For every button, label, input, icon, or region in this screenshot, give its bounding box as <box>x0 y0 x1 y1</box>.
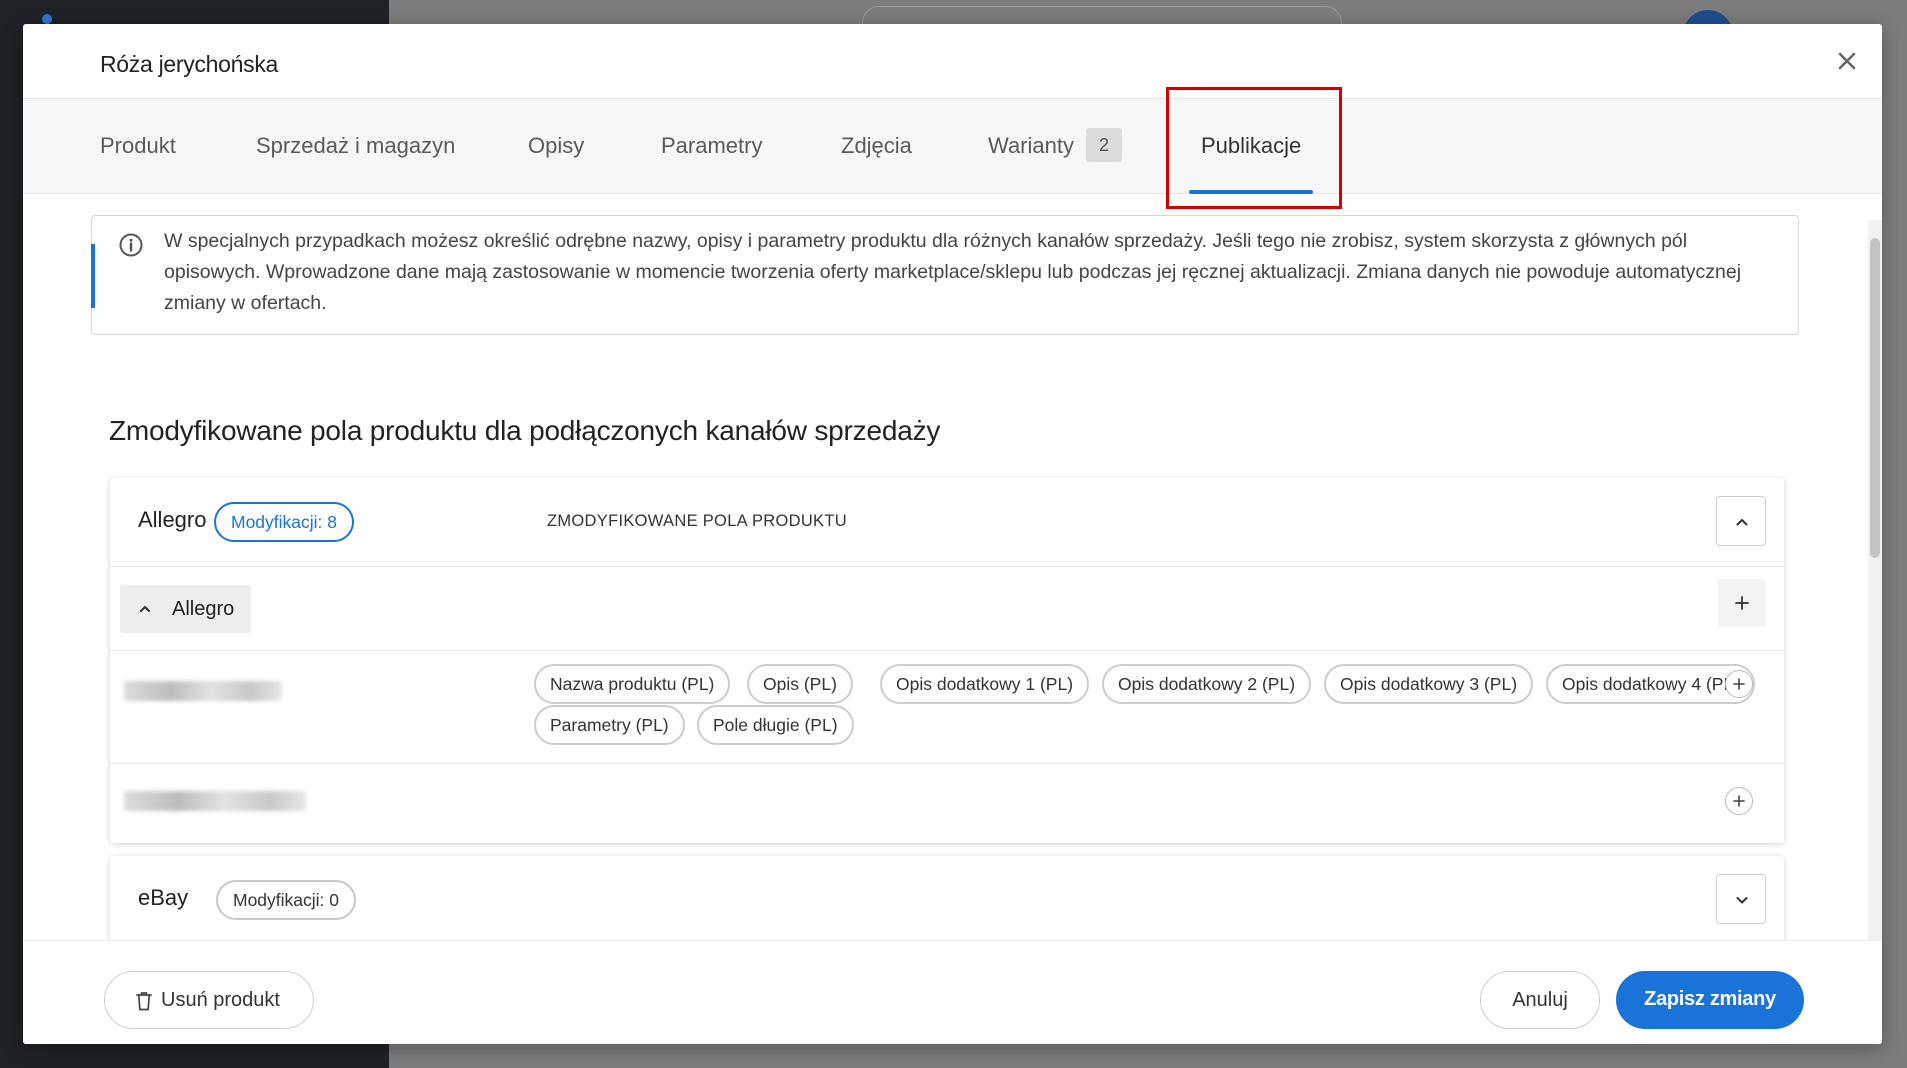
tab-produkt[interactable]: Produkt <box>100 99 176 194</box>
field-chip[interactable]: Opis dodatkowy 4 (PL) <box>1546 664 1756 704</box>
plus-icon <box>1735 596 1749 610</box>
channel-name: Allegro <box>138 507 207 532</box>
scrollbar-thumb[interactable] <box>1870 238 1880 558</box>
plus-icon <box>1733 795 1745 807</box>
field-chip[interactable]: Opis (PL) <box>747 664 853 704</box>
chevron-up-icon <box>1736 519 1748 526</box>
section-title: Zmodyfikowane pola produktu dla podłączo… <box>109 415 941 446</box>
add-field-button[interactable] <box>1725 670 1753 698</box>
active-tab-indicator <box>1189 190 1314 194</box>
add-sub-account-button[interactable] <box>1718 579 1766 627</box>
modal-header: Róża jerychońska <box>23 24 1882 99</box>
channel-name: eBay <box>138 885 189 910</box>
modal-footer: Usuń produkt Anuluj Zapisz zmiany <box>23 940 1882 1044</box>
close-icon <box>1838 52 1856 70</box>
blurred-account-label <box>124 681 282 701</box>
account-fields-row: Nazwa produktu (PL) Opis (PL) Opis dodat… <box>110 651 1784 764</box>
field-chip[interactable]: Opis dodatkowy 3 (PL) <box>1324 664 1534 704</box>
field-chip[interactable]: Opis dodatkowy 1 (PL) <box>880 664 1090 704</box>
add-field-button[interactable] <box>1725 787 1753 815</box>
channel-card-ebay: eBay Modyfikacji: 0 <box>110 856 1784 940</box>
expand-channel-button[interactable] <box>1716 874 1766 924</box>
field-chip[interactable]: Opis dodatkowy 2 (PL) <box>1102 664 1312 704</box>
tab-warianty[interactable]: Warianty 2 <box>988 99 1122 194</box>
chevron-down-icon <box>1736 897 1748 904</box>
product-modal: Róża jerychońska Produkt Sprzedaż i maga… <box>23 24 1882 1044</box>
tab-zdjecia[interactable]: Zdjęcia <box>841 99 912 194</box>
warianty-count-badge: 2 <box>1085 128 1122 163</box>
modifications-badge: Modyfikacji: 8 <box>214 502 355 542</box>
account-fields-row <box>110 764 1784 843</box>
background-logo-dot <box>42 14 52 24</box>
sub-account-row: Allegro <box>110 567 1784 651</box>
tab-warianty-label: Warianty <box>988 133 1074 158</box>
info-accent-bar <box>91 244 95 308</box>
sub-account-name: Allegro <box>172 598 235 620</box>
blurred-account-label <box>124 791 306 811</box>
modified-fields-column-header: ZMODYFIKOWANE POLA PRODUKTU <box>547 512 847 530</box>
cancel-button[interactable]: Anuluj <box>1480 971 1600 1029</box>
tab-parametry[interactable]: Parametry <box>661 99 762 194</box>
channel-card-allegro: Allegro Modyfikacji: 8 ZMODYFIKOWANE POL… <box>110 478 1784 843</box>
modifications-badge: Modyfikacji: 0 <box>216 880 357 920</box>
tab-publikacje[interactable]: Publikacje <box>1189 99 1314 194</box>
trash-icon <box>136 992 152 1011</box>
sub-account-toggle[interactable]: Allegro <box>120 585 251 633</box>
field-chip[interactable]: Parametry (PL) <box>534 705 685 745</box>
delete-product-label: Usuń produkt <box>161 989 280 1011</box>
field-chip[interactable]: Nazwa produktu (PL) <box>534 664 731 704</box>
chevron-up-icon <box>140 606 150 612</box>
info-text: W specjalnych przypadkach możesz określi… <box>164 230 1742 314</box>
close-button[interactable] <box>1834 48 1860 74</box>
channel-card-header: eBay Modyfikacji: 0 <box>110 856 1784 940</box>
field-chip[interactable]: Pole długie (PL) <box>697 705 854 745</box>
tab-publikacje-label: Publikacje <box>1201 133 1302 158</box>
plus-icon <box>1733 678 1745 690</box>
content-scrollbar[interactable] <box>1868 220 1882 965</box>
info-alert: W specjalnych przypadkach możesz określi… <box>91 215 1799 335</box>
tab-opisy[interactable]: Opisy <box>528 99 584 194</box>
tab-sprzedaz-i-magazyn[interactable]: Sprzedaż i magazyn <box>256 99 455 194</box>
modal-title: Róża jerychońska <box>100 51 279 77</box>
info-icon <box>119 233 143 257</box>
collapse-channel-button[interactable] <box>1716 496 1766 546</box>
save-changes-button[interactable]: Zapisz zmiany <box>1616 971 1804 1029</box>
tab-bar: Produkt Sprzedaż i magazyn Opisy Paramet… <box>23 99 1882 194</box>
modal-content: W specjalnych przypadkach możesz określi… <box>23 195 1882 940</box>
channel-card-header: Allegro Modyfikacji: 8 ZMODYFIKOWANE POL… <box>110 478 1784 567</box>
delete-product-button[interactable]: Usuń produkt <box>104 971 314 1029</box>
